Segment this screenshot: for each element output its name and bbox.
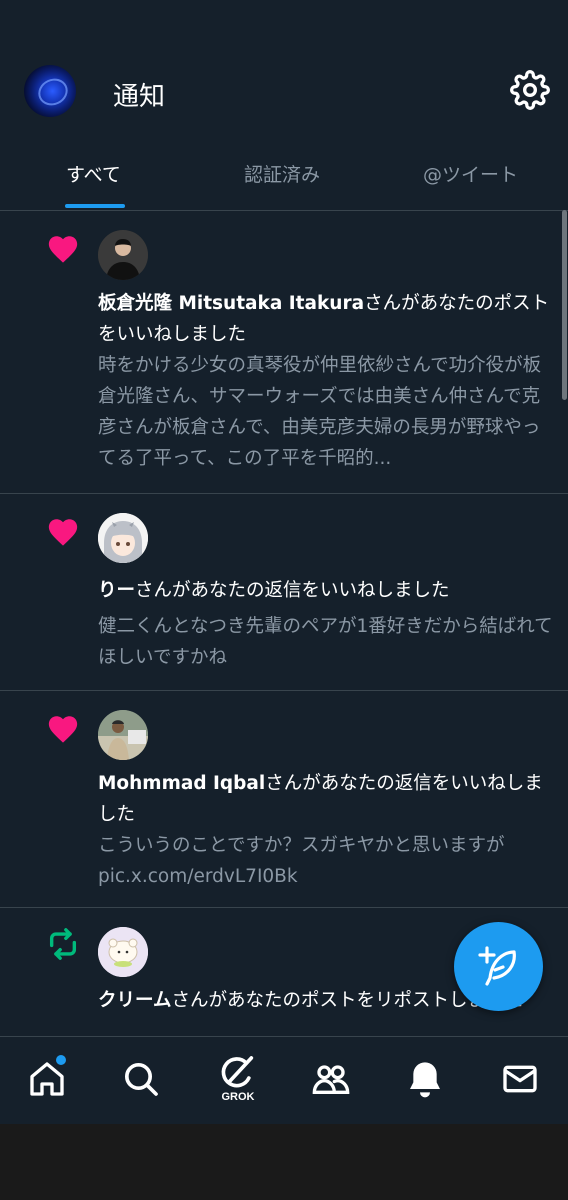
user-name[interactable]: 板倉光隆 Mitsutaka Itakura xyxy=(98,293,364,314)
reply-preview[interactable]: こういうのことですか？スガキヤかと思いますが pic.x.com/erdvL7I… xyxy=(98,830,553,892)
compose-post-button[interactable] xyxy=(454,922,543,1011)
home-icon[interactable] xyxy=(27,1059,67,1099)
tab-mentions[interactable]: @ツイート xyxy=(423,160,518,187)
top-app-bar: 通知 xyxy=(0,0,568,140)
avatar[interactable] xyxy=(98,230,148,280)
user-name[interactable]: りー xyxy=(98,580,135,601)
notification-item[interactable]: Mohmmad Iqbalさんがあなたの返信をいいねしました こういうのことです… xyxy=(0,690,568,908)
system-navigation-bar xyxy=(0,1124,568,1200)
user-name[interactable]: クリーム xyxy=(98,990,171,1011)
notifications-bell-icon[interactable] xyxy=(405,1059,445,1099)
avatar[interactable] xyxy=(98,927,148,977)
notification-item[interactable]: 板倉光隆 Mitsutaka Itakuraさんがあなたのポストをいいねしました… xyxy=(0,210,568,494)
messages-envelope-icon[interactable] xyxy=(500,1059,540,1099)
page-title: 通知 xyxy=(113,82,166,112)
settings-gear-icon[interactable] xyxy=(510,70,550,110)
heart-icon xyxy=(48,716,78,743)
post-preview[interactable]: 時をかける少女の真琴役が仲里依紗さんで功介役が板倉光隆さん、サマーウォーズでは由… xyxy=(98,350,553,474)
person-photo-icon xyxy=(98,230,148,280)
communities-icon[interactable] xyxy=(311,1059,351,1099)
anime-character-icon xyxy=(98,513,148,563)
person-photo-icon xyxy=(98,710,148,760)
heart-icon xyxy=(48,519,78,546)
notification-title: Mohmmad Iqbalさんがあなたの返信をいいねしました xyxy=(98,773,543,825)
tab-all[interactable]: すべて xyxy=(66,160,121,187)
heart-icon xyxy=(48,236,78,263)
notification-tabs: すべて 認証済み @ツイート xyxy=(0,140,568,211)
user-name[interactable]: Mohmmad Iqbal xyxy=(98,773,265,794)
bear-illustration-icon xyxy=(98,927,148,977)
avatar[interactable] xyxy=(98,710,148,760)
grok-icon[interactable] xyxy=(218,1053,258,1093)
reply-preview[interactable]: 健二くんとなつき先輩のペアが1番好きだから結ばれてほしいですかね xyxy=(98,611,553,673)
profile-avatar[interactable] xyxy=(24,65,76,117)
notification-title: 板倉光隆 Mitsutaka Itakuraさんがあなたのポストをいいねしました xyxy=(98,293,550,345)
tab-verified[interactable]: 認証済み xyxy=(244,160,320,187)
grok-label[interactable]: GROK xyxy=(218,1091,258,1103)
home-new-badge xyxy=(56,1055,66,1065)
search-icon[interactable] xyxy=(121,1059,161,1099)
feather-plus-icon xyxy=(478,946,516,986)
repost-icon xyxy=(49,928,77,960)
notification-item[interactable]: りーさんがあなたの返信をいいねしました 健二くんとなつき先輩のペアが1番好きだか… xyxy=(0,493,568,691)
notification-title: りーさんがあなたの返信をいいねしました xyxy=(98,580,450,601)
active-tab-indicator xyxy=(65,204,125,208)
bottom-navigation: GROK xyxy=(0,1036,568,1125)
avatar[interactable] xyxy=(98,513,148,563)
